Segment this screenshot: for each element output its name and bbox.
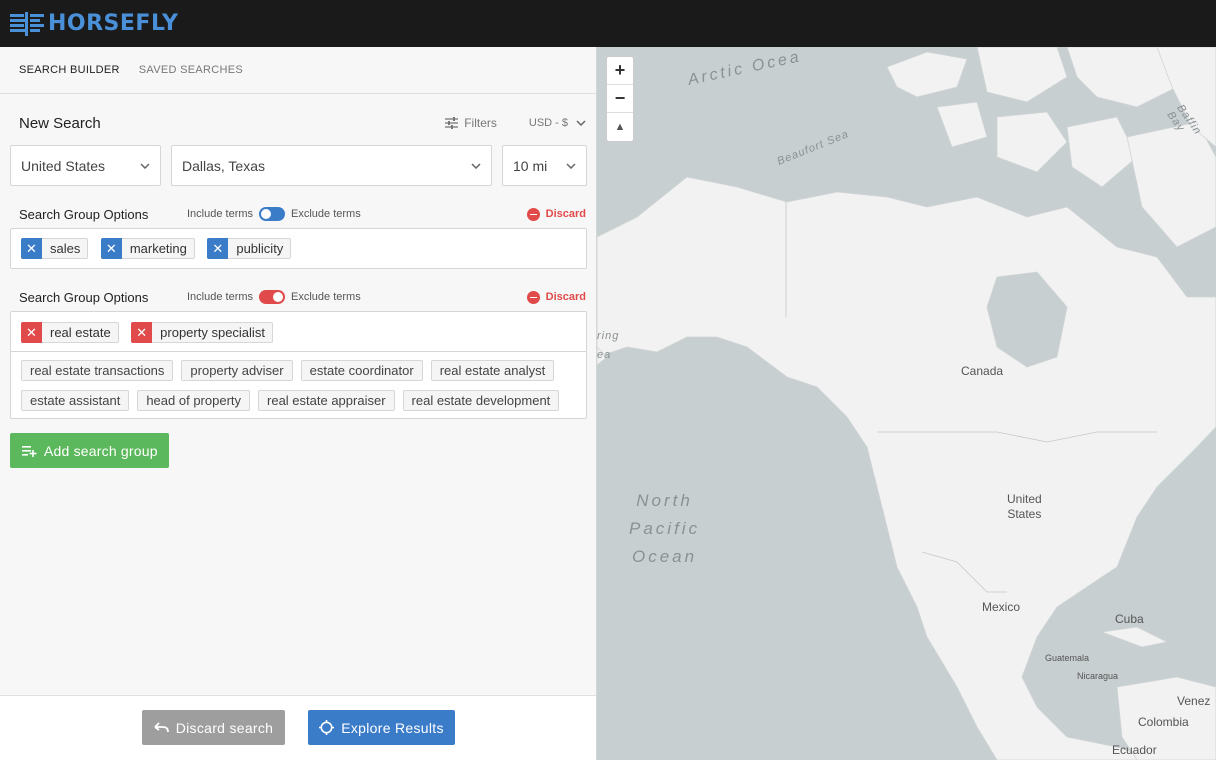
map-zoom-controls: + − ▲	[606, 56, 634, 142]
location-value: Dallas, Texas	[182, 157, 266, 174]
add-search-group-label: Add search group	[44, 442, 158, 459]
playlist-add-icon	[22, 445, 37, 457]
include-exclude-toggle[interactable]	[259, 290, 286, 304]
discard-group-button[interactable]: Discard	[526, 207, 586, 221]
search-group-title: Search Group Options	[19, 206, 149, 222]
term-chip: ✕ property specialist	[131, 322, 273, 343]
minus-circle-icon	[526, 290, 540, 304]
chevron-down-icon	[566, 162, 576, 169]
new-search-header: New Search Filters USD - $	[19, 113, 586, 133]
page-title: New Search	[19, 114, 101, 132]
country-value: United States	[21, 157, 106, 174]
filters-button[interactable]: Filters	[445, 116, 497, 130]
map-view[interactable]: + − ▲ Arctic Ocea Beaufort Sea Baffin Ba…	[597, 47, 1216, 760]
map-label-nicaragua: Nicaragua	[1077, 671, 1119, 681]
zoom-in-button[interactable]: +	[607, 57, 633, 85]
suggestion-chip[interactable]: head of property	[137, 390, 251, 411]
chevron-down-icon	[471, 162, 481, 169]
tab-search-builder[interactable]: SEARCH BUILDER	[19, 64, 120, 76]
app-logo-text[interactable]: HORSEFLY	[48, 11, 178, 36]
include-exclude-toggle[interactable]	[259, 207, 286, 221]
map-label-us-line-2: States	[1007, 507, 1042, 521]
filters-label: Filters	[464, 116, 497, 130]
country-select[interactable]: United States	[10, 145, 161, 186]
map-label-pacific-line-1: North	[636, 491, 693, 510]
exclude-terms-label: Exclude terms	[291, 208, 361, 220]
zoom-out-button[interactable]: −	[607, 85, 633, 113]
suggestion-chip[interactable]: estate assistant	[21, 390, 130, 411]
tab-saved-searches[interactable]: SAVED SEARCHES	[139, 64, 243, 76]
map-label-united-states: United States	[1007, 492, 1042, 522]
suggestion-chip[interactable]: estate coordinator	[300, 360, 423, 381]
footer-bar: Discard search Explore Results	[0, 695, 596, 760]
include-terms-label: Include terms	[187, 291, 254, 303]
map-label-colombia: Colombia	[1138, 715, 1189, 729]
discard-group-button[interactable]: Discard	[526, 290, 586, 304]
remove-term-icon[interactable]: ✕	[207, 238, 229, 259]
remove-term-icon[interactable]: ✕	[131, 322, 153, 343]
explore-results-button[interactable]: Explore Results	[308, 710, 455, 745]
suggestion-chip[interactable]: property adviser	[181, 360, 293, 381]
exclude-terms-label: Exclude terms	[291, 291, 361, 303]
search-group-header: Search Group Options Include terms Exclu…	[19, 288, 586, 306]
map-label-pacific-line-2: Pacific	[629, 519, 701, 538]
map-label-bering-sea-1: ring	[597, 330, 620, 342]
map-label-mexico: Mexico	[982, 600, 1021, 614]
suggestion-chip[interactable]: real estate analyst	[430, 360, 555, 381]
term-chip: ✕ publicity	[207, 238, 292, 259]
search-group-header: Search Group Options Include terms Exclu…	[19, 205, 586, 223]
crosshair-icon	[319, 720, 335, 735]
suggestion-chip[interactable]: real estate transactions	[21, 360, 174, 381]
map-label-venezuela: Venez	[1177, 694, 1211, 708]
map-label-cuba: Cuba	[1115, 612, 1144, 626]
minus-circle-icon	[526, 207, 540, 221]
map-label-north-pacific-ocean: North Pacific Ocean	[629, 487, 700, 571]
radius-select[interactable]: 10 mi	[502, 145, 587, 186]
currency-select[interactable]: USD - $	[529, 117, 586, 129]
map-label-guatemala: Guatemala	[1045, 653, 1090, 663]
term-chip: ✕ real estate	[21, 322, 119, 343]
sliders-icon	[445, 117, 459, 129]
horsefly-logo-icon	[10, 11, 44, 36]
tab-bar: SEARCH BUILDER SAVED SEARCHES	[0, 47, 596, 94]
map-label-ecuador: Ecuador	[1112, 743, 1157, 757]
chevron-down-icon	[576, 120, 586, 126]
include-terms-label: Include terms	[187, 208, 254, 220]
selected-terms-row: ✕ real estate ✕ property specialist	[11, 312, 586, 352]
discard-label: Discard	[545, 291, 586, 303]
map-label-bering-sea-2: ea	[597, 349, 612, 361]
location-select[interactable]: Dallas, Texas	[171, 145, 492, 186]
suggestions-list: real estate transactions property adviser…	[11, 352, 586, 420]
map-label-canada: Canada	[961, 364, 1004, 378]
suggestion-chip[interactable]: real estate appraiser	[258, 390, 395, 411]
map-label-pacific-line-3: Ocean	[631, 547, 698, 566]
remove-term-icon[interactable]: ✕	[21, 322, 42, 343]
currency-value: USD - $	[528, 117, 568, 129]
term-chip: ✕ sales	[21, 238, 89, 259]
radius-value: 10 mi	[513, 157, 548, 174]
top-bar: HORSEFLY	[0, 0, 1216, 47]
term-chip: ✕ marketing	[100, 238, 195, 259]
discard-search-button[interactable]: Discard search	[142, 710, 285, 745]
map-label-us-line-1: United	[1007, 492, 1042, 506]
terms-box[interactable]: ✕ real estate ✕ property specialist real e…	[10, 311, 587, 419]
compass-icon[interactable]: ▲	[607, 113, 633, 141]
chevron-down-icon	[140, 162, 150, 169]
discard-label: Discard	[545, 208, 586, 220]
map-landmass	[597, 47, 1216, 760]
add-search-group-button[interactable]: Add search group	[10, 433, 169, 468]
undo-icon	[154, 722, 169, 733]
remove-term-icon[interactable]: ✕	[21, 238, 42, 259]
discard-search-label: Discard search	[175, 719, 274, 736]
explore-results-label: Explore Results	[341, 719, 444, 736]
terms-box[interactable]: ✕ sales ✕ marketing ✕ publicity	[10, 228, 587, 269]
suggestion-chip[interactable]: real estate development	[402, 390, 560, 411]
search-group-title: Search Group Options	[19, 289, 149, 305]
remove-term-icon[interactable]: ✕	[100, 238, 122, 259]
search-builder-panel: SEARCH BUILDER SAVED SEARCHES New Search…	[0, 47, 597, 760]
